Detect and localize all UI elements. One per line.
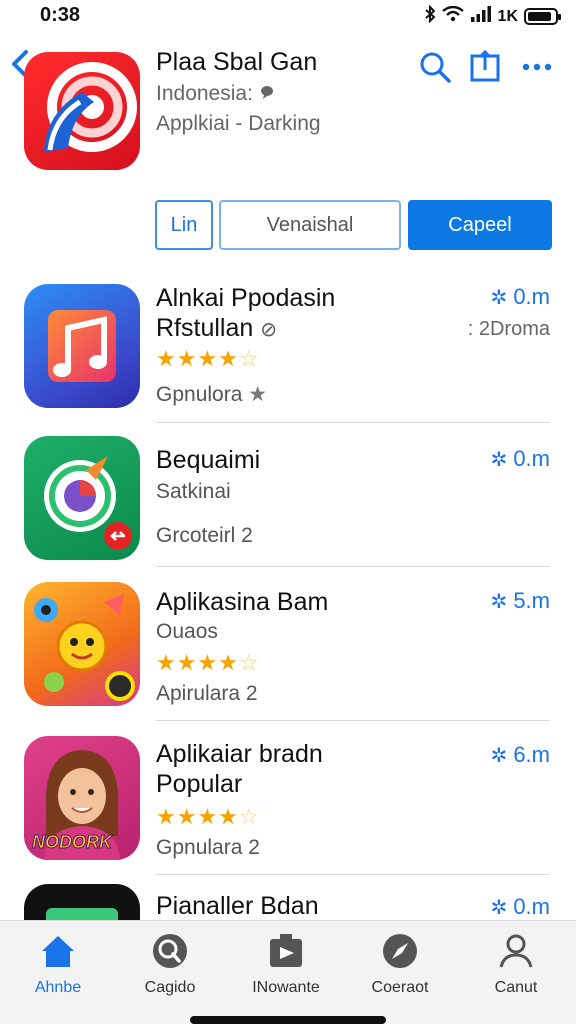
search-button[interactable] <box>418 50 452 84</box>
avatar-app-icon: NODORK <box>24 736 140 860</box>
status-icons: 1K <box>424 4 561 28</box>
divider <box>156 720 550 721</box>
app-title: Plaa Sbal Gan <box>156 48 318 76</box>
gear-icon: ✲ <box>490 448 508 471</box>
app-icon-partial <box>24 884 140 920</box>
share-button[interactable] <box>468 49 502 84</box>
flag-icon <box>270 934 302 967</box>
bluetooth-icon <box>424 4 436 28</box>
divider <box>156 566 550 567</box>
music-app-icon <box>24 284 140 408</box>
venaishal-button[interactable]: Venaishal <box>219 200 401 250</box>
app-meta: Grcoteirl 2 <box>156 524 253 547</box>
gear-icon: ✲ <box>490 286 508 309</box>
signal-icon <box>470 6 492 27</box>
app-badge: NODORK <box>32 832 113 853</box>
tab-explore[interactable]: Coeraot <box>350 931 450 997</box>
tab-home[interactable]: Ahnbe <box>8 931 108 997</box>
star-icon: ★ <box>248 383 268 406</box>
divider <box>156 874 550 875</box>
app-name: Pianaller Bdan <box>156 892 319 920</box>
person-icon <box>499 934 533 968</box>
app-extra: : 2Droma <box>467 318 550 340</box>
search-icon <box>420 52 451 83</box>
status-time: 0:38 <box>40 4 81 26</box>
compass-icon <box>383 934 417 968</box>
share-icon <box>470 49 500 82</box>
app-name: Aplikaiar bradn <box>156 740 323 768</box>
tab-bar: Ahnbe Cagido INowante Coeraot Canut <box>0 920 576 1024</box>
network-label: 1K <box>497 7 518 25</box>
star-rating: ★★★★☆ <box>156 346 260 371</box>
app-subtitle: Satkinai <box>156 480 231 503</box>
battery-icon <box>524 8 561 25</box>
home-icon <box>42 936 74 967</box>
more-icon <box>522 63 552 71</box>
search-icon <box>153 934 187 968</box>
get-button[interactable]: ✲ 0.m <box>491 446 550 472</box>
get-button[interactable]: ✲ 6.m <box>491 742 550 768</box>
tab-favorite[interactable]: INowante <box>236 931 336 997</box>
get-button[interactable]: ✲ 5.m <box>491 588 550 614</box>
star-rating: ★★★★☆ <box>156 804 260 829</box>
wifi-icon <box>441 5 464 27</box>
app-name: Aplikasina Bam <box>156 588 329 616</box>
gear-icon: ✲ <box>490 744 508 767</box>
app-name: Bequaimi <box>156 446 261 474</box>
chat-icon <box>259 82 275 105</box>
app-meta: Gpnulara 2 <box>156 836 260 859</box>
gear-icon: ✲ <box>490 896 508 919</box>
more-button[interactable] <box>520 50 554 84</box>
app-icon <box>24 52 140 170</box>
status-bar: 0:38 1K <box>0 0 576 34</box>
star-rating: ★★★★☆ <box>156 650 260 675</box>
info-icon: ⊘ <box>260 319 277 341</box>
divider <box>156 422 550 423</box>
app-meta: Apirulara 2 <box>156 682 258 705</box>
chat-app-icon <box>24 436 140 560</box>
list-item[interactable]: Pianaller Bdan ✲ 0.m <box>0 884 576 920</box>
app-category: Applkiai - Darking <box>156 112 321 135</box>
app-subtitle: Ouaos <box>156 620 218 643</box>
tab-account[interactable]: Canut <box>466 931 566 997</box>
tab-search[interactable]: Cagido <box>120 931 220 997</box>
game-app-icon <box>24 582 140 706</box>
app-name-line2: Popular <box>156 770 243 798</box>
app-region: Indonesia: <box>156 82 275 106</box>
get-button[interactable]: ✲ 0.m <box>491 894 550 920</box>
app-name: Alnkai Ppodasin <box>156 284 336 312</box>
app-meta: Gpnulora ★ <box>156 383 268 406</box>
app-name-line2: Rfstullan ⊘ <box>156 314 277 342</box>
home-indicator <box>190 1016 386 1024</box>
capeel-button[interactable]: Capeel <box>408 200 552 250</box>
get-button[interactable]: ✲ 0.m <box>491 284 550 310</box>
lin-button[interactable]: Lin <box>155 200 213 250</box>
gear-icon: ✲ <box>490 590 508 613</box>
